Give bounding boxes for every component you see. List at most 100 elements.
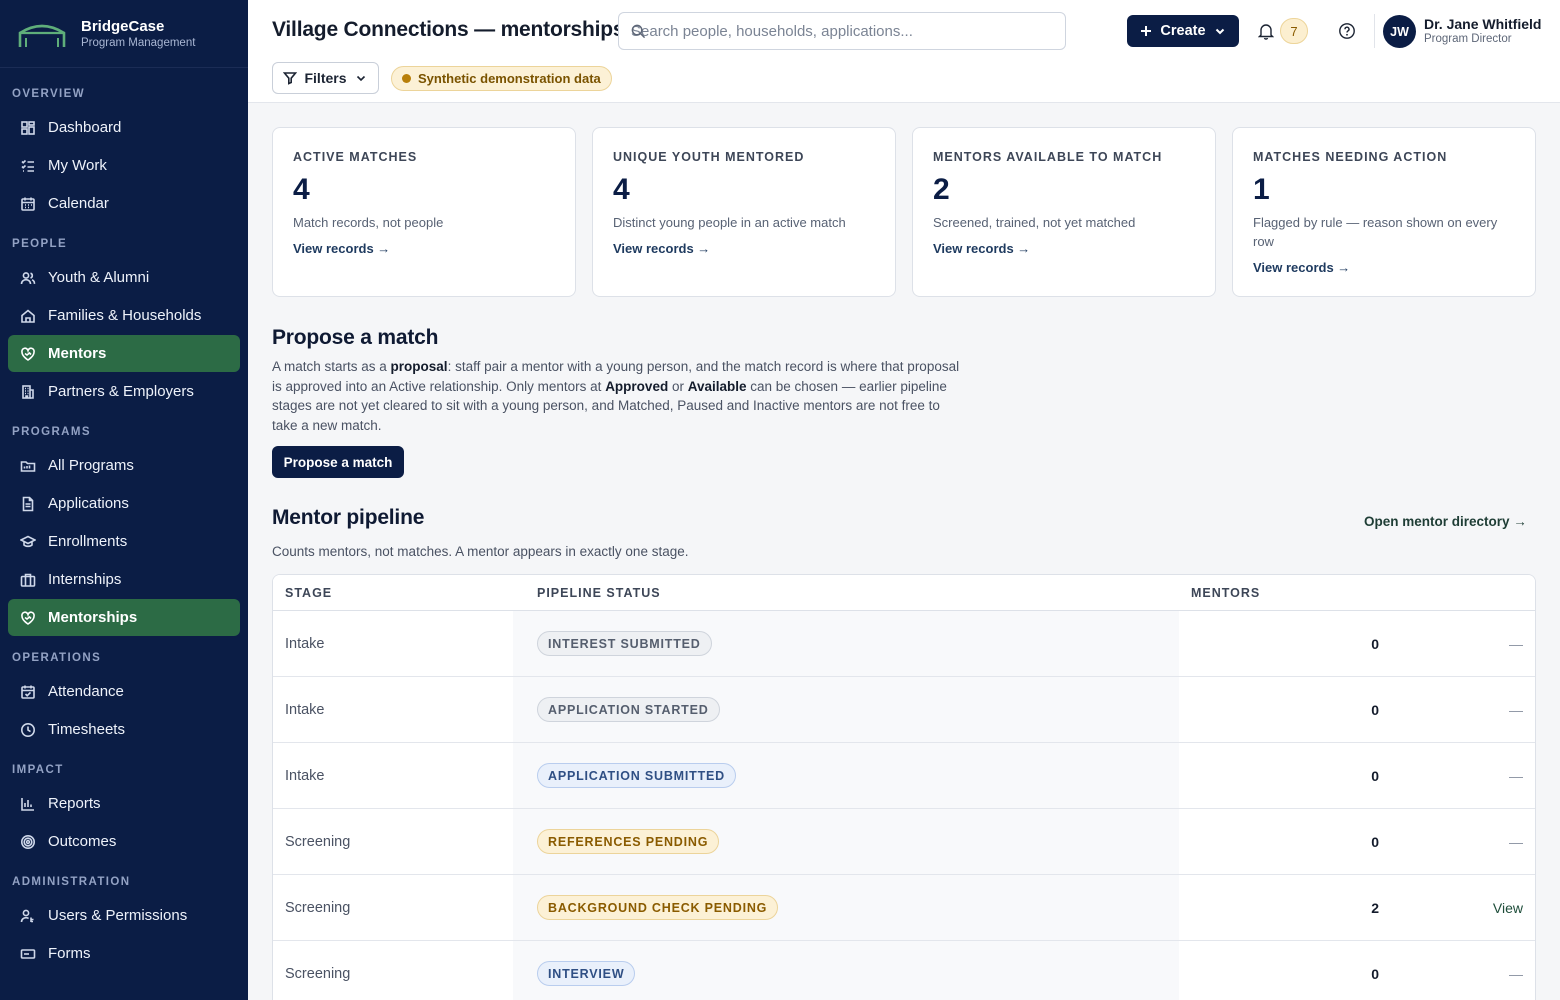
no-action-cell: — [1509, 635, 1523, 652]
stat-description: Flagged by rule — reason shown on every … [1253, 215, 1498, 249]
sidebar-item-forms[interactable]: Forms [8, 935, 240, 972]
column-header-status[interactable]: PIPELINE STATUS [513, 575, 1179, 610]
document-icon [20, 496, 36, 512]
mentor-count-cell: 0 [1371, 833, 1379, 850]
status-cell: INTEREST SUBMITTED [513, 611, 1179, 676]
nav-section-label: ADMINISTRATION [12, 876, 131, 888]
synthetic-data-badge: Synthetic demonstration data [391, 66, 612, 91]
main-content: ACTIVE MATCHES 4 Match records, not peop… [248, 104, 1560, 1000]
top-header: Village Connections — mentorships Create… [248, 0, 1560, 103]
handshake-heart-icon [20, 610, 36, 626]
user-name[interactable]: Dr. Jane Whitfield [1424, 16, 1541, 32]
view-records-link[interactable]: View records → [613, 241, 710, 256]
nav-section-label: OPERATIONS [12, 652, 102, 664]
sidebar-item-label: Mentors [48, 345, 107, 362]
chevron-down-icon [356, 75, 365, 82]
bold-proposal: proposal [390, 359, 448, 374]
mentor-count-cell: 0 [1371, 767, 1379, 784]
brand[interactable]: BridgeCase Program Management [0, 0, 248, 68]
global-search[interactable] [618, 12, 1066, 50]
stat-description: Match records, not people [293, 215, 444, 230]
stat-card-mentors-available: MENTORS AVAILABLE TO MATCH 2 Screened, t… [912, 127, 1216, 297]
sidebar-item-users-permissions[interactable]: Users & Permissions [8, 897, 240, 934]
help-icon[interactable] [1338, 22, 1356, 40]
sidebar-item-enrollments[interactable]: Enrollments [8, 523, 240, 560]
stage-cell: Intake [285, 701, 325, 718]
view-records-link[interactable]: View records → [1253, 260, 1350, 275]
column-header-stage[interactable]: STAGE [273, 575, 513, 610]
graduation-cap-icon [20, 534, 36, 550]
status-badge: BACKGROUND CHECK PENDING [537, 895, 779, 920]
plus-icon [1141, 26, 1152, 36]
briefcase-icon [20, 572, 36, 588]
sidebar-item-my-work[interactable]: My Work [8, 147, 240, 184]
sidebar-item-label: Timesheets [48, 721, 125, 738]
stat-value: 4 [293, 173, 310, 206]
filters-label: Filters [304, 70, 347, 86]
propose-match-button[interactable]: Propose a match [272, 446, 404, 478]
home-icon [20, 308, 36, 324]
sidebar-item-label: Partners & Employers [48, 383, 194, 400]
mentor-count-cell: 0 [1371, 965, 1379, 982]
stat-description: Distinct young people in an active match [613, 215, 846, 230]
column-header-mentors[interactable]: MENTORS [1179, 575, 1419, 610]
sidebar-item-mentors[interactable]: Mentors [8, 335, 240, 372]
view-records-link[interactable]: View records → [933, 241, 1030, 256]
status-badge: APPLICATION STARTED [537, 697, 720, 722]
bridge-logo-icon [18, 24, 66, 47]
stat-card-unique-youth: UNIQUE YOUTH MENTORED 4 Distinct young p… [592, 127, 896, 297]
sidebar-item-applications[interactable]: Applications [8, 485, 240, 522]
sidebar-item-dashboard[interactable]: Dashboard [8, 109, 240, 146]
sidebar-item-partners-employers[interactable]: Partners & Employers [8, 373, 240, 410]
sidebar-item-attendance[interactable]: Attendance [8, 673, 240, 710]
sidebar-item-label: Enrollments [48, 533, 128, 550]
propose-match-heading: Propose a match [272, 326, 439, 349]
stage-cell: Screening [285, 965, 351, 982]
create-button-label: Create [1160, 23, 1206, 39]
notification-count-badge[interactable]: 7 [1280, 18, 1308, 44]
create-button[interactable]: Create [1127, 15, 1239, 47]
sidebar-item-label: Internships [48, 571, 122, 588]
checklist-icon [20, 158, 36, 174]
sidebar-item-label: Outcomes [48, 833, 117, 850]
sidebar-item-families-households[interactable]: Families & Households [8, 297, 240, 334]
sidebar-item-youth-alumni[interactable]: Youth & Alumni [8, 259, 240, 296]
table-row: Screening BACKGROUND CHECK PENDING 2 Vie… [273, 875, 1535, 941]
text-segment: A match starts as a [272, 359, 391, 374]
sidebar-item-mentorships[interactable]: Mentorships [8, 599, 240, 636]
sidebar: BridgeCase Program Management OVERVIEW D… [0, 0, 248, 1000]
brand-subtitle: Program Management [81, 37, 196, 49]
table-row: Screening REFERENCES PENDING 0 — [273, 809, 1535, 875]
bell-icon[interactable] [1258, 22, 1274, 40]
open-mentor-directory-link[interactable]: Open mentor directory → [1364, 514, 1527, 529]
sidebar-item-timesheets[interactable]: Timesheets [8, 711, 240, 748]
calendar-icon [20, 196, 36, 212]
status-cell: APPLICATION STARTED [513, 677, 1179, 742]
stat-value: 4 [613, 173, 630, 206]
page-title: Village Connections — mentorships [272, 18, 625, 41]
view-link[interactable]: View [1419, 875, 1535, 940]
sidebar-item-outcomes[interactable]: Outcomes [8, 823, 240, 860]
sidebar-item-label: Applications [48, 495, 129, 512]
view-records-link[interactable]: View records → [293, 241, 390, 256]
search-input[interactable] [619, 22, 1065, 40]
bold-approved: Approved [605, 378, 669, 394]
chevron-down-icon [1215, 28, 1224, 35]
sidebar-item-internships[interactable]: Internships [8, 561, 240, 598]
no-action-cell: — [1509, 833, 1523, 850]
sidebar-item-all-programs[interactable]: All Programs [8, 447, 240, 484]
user-key-icon [20, 908, 36, 924]
bold-available: Available [687, 378, 747, 394]
column-header-action [1419, 575, 1535, 610]
filters-button[interactable]: Filters [272, 62, 379, 94]
user-avatar[interactable]: JW [1383, 15, 1416, 48]
table-body: Intake INTEREST SUBMITTED 0 — Intake APP… [273, 611, 1535, 1000]
mentor-count-cell: 0 [1371, 635, 1379, 652]
sidebar-item-label: Youth & Alumni [48, 269, 150, 286]
calendar-check-icon [20, 684, 36, 700]
sidebar-item-label: Attendance [48, 683, 124, 700]
stage-cell: Intake [285, 767, 325, 784]
search-icon [631, 24, 646, 39]
sidebar-item-reports[interactable]: Reports [8, 785, 240, 822]
sidebar-item-calendar[interactable]: Calendar [8, 185, 240, 222]
